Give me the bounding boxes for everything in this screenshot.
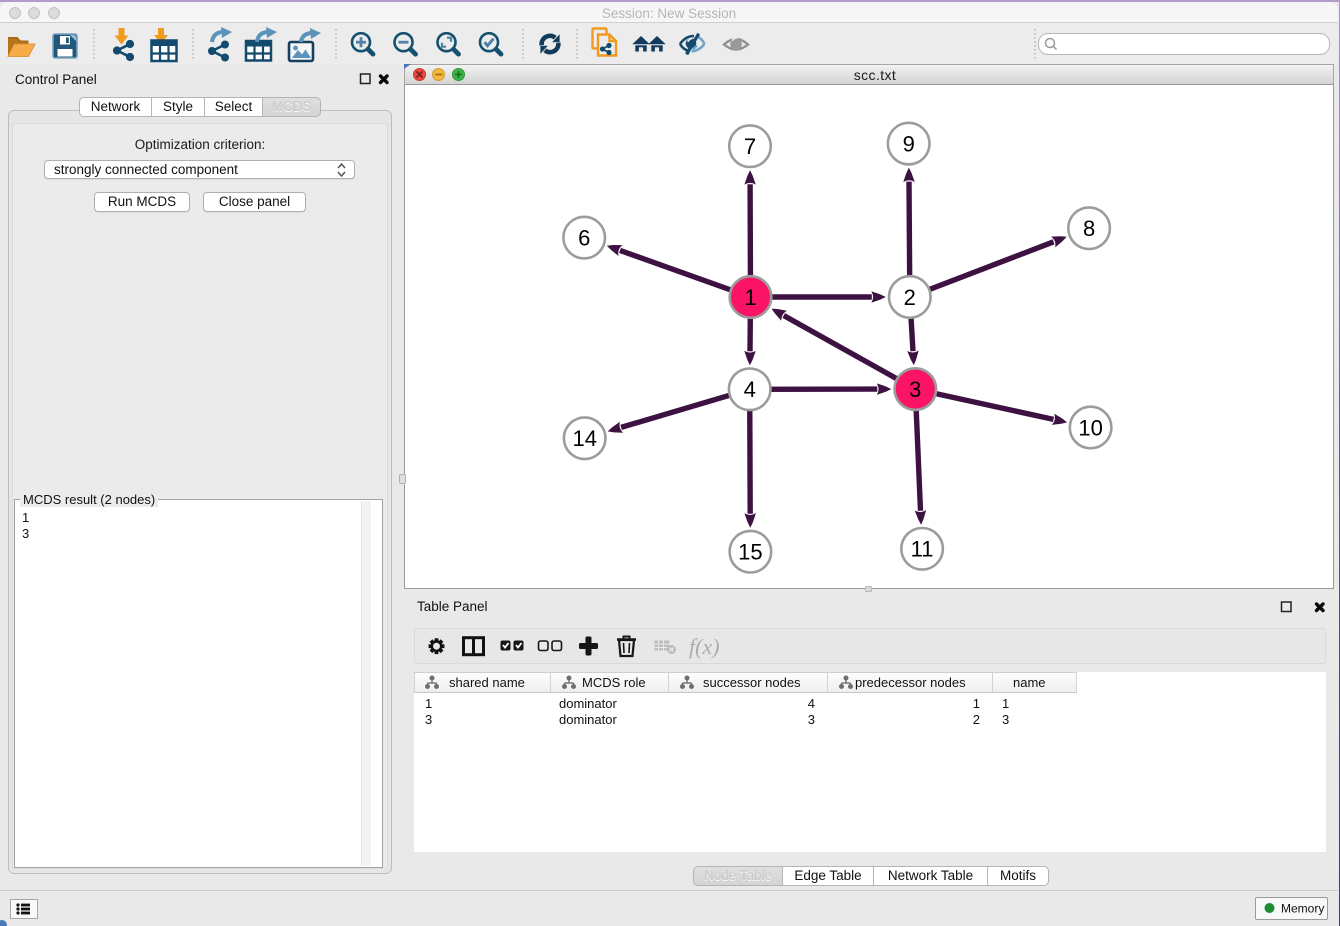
svg-text:3: 3 (909, 377, 921, 402)
svg-text:7: 7 (744, 134, 756, 159)
svg-text:f(x): f(x) (689, 634, 720, 659)
svg-text:2: 2 (904, 285, 916, 310)
svg-text:6: 6 (578, 225, 590, 250)
svg-text:15: 15 (738, 540, 762, 565)
svg-text:4: 4 (744, 377, 756, 402)
svg-text:14: 14 (572, 426, 596, 451)
svg-text:10: 10 (1078, 415, 1102, 440)
svg-text:11: 11 (911, 537, 934, 562)
svg-text:1: 1 (744, 285, 756, 310)
svg-text:Memory: Memory (1281, 902, 1324, 916)
svg-text:9: 9 (903, 131, 915, 156)
svg-text:8: 8 (1083, 216, 1095, 241)
